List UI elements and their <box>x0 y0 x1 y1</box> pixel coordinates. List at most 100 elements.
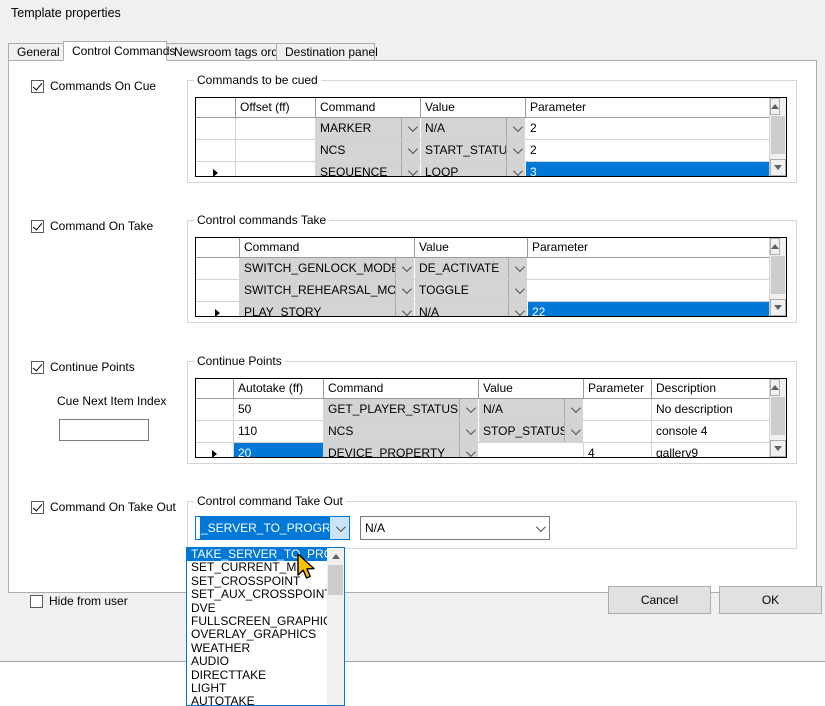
cell-parameter-selected[interactable]: 3 <box>526 162 771 177</box>
scrollbar-thumb[interactable] <box>328 565 343 595</box>
checkbox-hide-from-user[interactable]: Hide from user <box>30 594 128 608</box>
cell-parameter[interactable] <box>584 421 652 442</box>
col-header-parameter[interactable]: Parameter <box>584 379 652 398</box>
scroll-up-button[interactable] <box>770 379 780 396</box>
cell-command-dropdown[interactable]: DEVICE_PROPERTY <box>324 443 479 458</box>
col-header-value[interactable]: Value <box>479 379 584 398</box>
chevron-down-icon[interactable] <box>459 421 478 442</box>
table-row[interactable]: 20 DEVICE_PROPERTY 4 gallery9 <box>196 443 786 458</box>
dropdown-item-dve[interactable]: DVE <box>187 602 344 615</box>
cell-value-dropdown[interactable]: N/A <box>415 302 528 317</box>
dropdown-item-set-current-me[interactable]: SET_CURRENT_ME <box>187 561 344 574</box>
table-row[interactable]: SWITCH_GENLOCK_MODE DE_ACTIVATE <box>196 258 786 280</box>
col-header-parameter[interactable]: Parameter <box>526 98 771 117</box>
table-row[interactable]: SEQUENCE LOOP 3 <box>196 162 786 177</box>
chevron-down-icon[interactable] <box>401 140 420 161</box>
cell-value-dropdown[interactable]: N/A <box>479 399 584 420</box>
cell-value[interactable] <box>479 443 584 458</box>
grid-continue-points[interactable]: Autotake (ff) Command Value Parameter De… <box>195 378 787 458</box>
dropdown-item-overlay-graphics[interactable]: OVERLAY_GRAPHICS <box>187 628 344 641</box>
dropdown-item-audio[interactable]: AUDIO <box>187 655 344 668</box>
cell-command-dropdown[interactable]: NCS <box>324 421 479 442</box>
scroll-down-button[interactable] <box>770 299 786 316</box>
cell-parameter[interactable] <box>584 399 652 420</box>
scroll-down-button[interactable] <box>770 440 786 457</box>
chevron-down-icon[interactable] <box>564 421 583 442</box>
cell-parameter[interactable]: 4 <box>584 443 652 458</box>
scrollbar-thumb[interactable] <box>771 116 785 154</box>
col-header-command[interactable]: Command <box>240 238 415 257</box>
cell-command-dropdown[interactable]: SWITCH_REHEARSAL_MODE <box>240 280 415 301</box>
cancel-button[interactable]: Cancel <box>608 586 711 614</box>
cell-autotake[interactable]: 50 <box>234 399 324 420</box>
chevron-down-icon[interactable] <box>529 517 549 539</box>
cell-value-dropdown[interactable]: TOGGLE <box>415 280 528 301</box>
grid-vertical-scrollbar[interactable] <box>769 238 786 316</box>
cell-value-dropdown[interactable]: N/A <box>421 118 526 139</box>
dropdown-item-set-crosspoint[interactable]: SET_CROSSPOINT <box>187 575 344 588</box>
chevron-down-icon[interactable] <box>508 258 527 279</box>
take-out-command-combobox[interactable]: _SERVER_TO_PROGRAM <box>195 516 350 540</box>
cell-offset[interactable] <box>236 118 316 139</box>
chevron-down-icon[interactable] <box>395 258 414 279</box>
grid-vertical-scrollbar[interactable] <box>769 98 786 176</box>
take-out-command-dropdown-list[interactable]: TAKE_SERVER_TO_PROG SET_CURRENT_ME SET_C… <box>186 547 345 706</box>
tab-newsroom-tags-order[interactable]: Newsroom tags order <box>165 43 278 60</box>
dropdown-item-autotake[interactable]: AUTOTAKE <box>187 695 344 706</box>
tab-destination-panel[interactable]: Destination panel <box>276 43 375 60</box>
chevron-down-icon[interactable] <box>395 302 414 317</box>
col-header-command[interactable]: Command <box>324 379 479 398</box>
dropdown-item-set-aux-crosspoint[interactable]: SET_AUX_CROSSPOINT <box>187 588 344 601</box>
table-row[interactable]: SWITCH_REHEARSAL_MODE TOGGLE <box>196 280 786 302</box>
cell-parameter[interactable] <box>528 280 771 301</box>
cell-command-dropdown[interactable]: GET_PLAYER_STATUS <box>324 399 479 420</box>
chevron-down-icon[interactable] <box>564 399 583 420</box>
ok-button[interactable]: OK <box>719 586 822 614</box>
table-row[interactable]: 50 GET_PLAYER_STATUS N/A No description <box>196 399 786 421</box>
col-header-autotake[interactable]: Autotake (ff) <box>234 379 324 398</box>
dropdown-vertical-scrollbar[interactable] <box>327 548 344 705</box>
table-row[interactable]: PLAY_STORY N/A 22 <box>196 302 786 317</box>
cue-next-item-index-input[interactable] <box>59 419 149 441</box>
scroll-down-button[interactable] <box>770 159 786 176</box>
chevron-down-icon[interactable] <box>329 517 349 539</box>
dropdown-item-take-server-to-program[interactable]: TAKE_SERVER_TO_PROG <box>187 548 344 561</box>
cell-description[interactable]: No description <box>652 399 771 420</box>
checkbox-command-on-take[interactable]: Command On Take <box>31 219 153 233</box>
cell-parameter-selected[interactable]: 22 <box>528 302 771 317</box>
scroll-up-button[interactable] <box>770 98 780 115</box>
cell-autotake[interactable]: 110 <box>234 421 324 442</box>
table-row[interactable]: NCS START_STATUS 2 <box>196 140 786 162</box>
chevron-down-icon[interactable] <box>395 280 414 301</box>
col-header-indicator[interactable] <box>196 98 236 117</box>
chevron-down-icon[interactable] <box>506 118 525 139</box>
cell-autotake-selected[interactable]: 20 <box>234 443 324 458</box>
grid-control-commands-take[interactable]: Command Value Parameter SWITCH_GENLOCK_M… <box>195 237 787 317</box>
chevron-down-icon[interactable] <box>459 443 478 458</box>
cell-value-dropdown[interactable]: DE_ACTIVATE <box>415 258 528 279</box>
cell-value-dropdown[interactable]: START_STATUS <box>421 140 526 161</box>
cell-description[interactable]: console 4 <box>652 421 771 442</box>
cell-command-dropdown[interactable]: SEQUENCE <box>316 162 421 177</box>
scrollbar-thumb[interactable] <box>771 397 785 435</box>
cell-command-dropdown[interactable]: MARKER <box>316 118 421 139</box>
cell-offset[interactable] <box>236 140 316 161</box>
col-header-parameter[interactable]: Parameter <box>528 238 771 257</box>
cell-command-dropdown[interactable]: SWITCH_GENLOCK_MODE <box>240 258 415 279</box>
cell-value-dropdown[interactable]: LOOP <box>421 162 526 177</box>
chevron-down-icon[interactable] <box>506 162 525 177</box>
dropdown-item-fullscreen-graphics[interactable]: FULLSCREEN_GRAPHICS <box>187 615 344 628</box>
cell-command-dropdown[interactable]: PLAY_STORY <box>240 302 415 317</box>
tab-control-commands[interactable]: Control Commands <box>63 41 167 61</box>
col-header-offset[interactable]: Offset (ff) <box>236 98 316 117</box>
checkbox-command-on-take-out[interactable]: Command On Take Out <box>31 500 176 514</box>
cell-parameter[interactable] <box>528 258 771 279</box>
chevron-down-icon[interactable] <box>459 399 478 420</box>
table-row[interactable]: MARKER N/A 2 <box>196 118 786 140</box>
scroll-up-button[interactable] <box>327 548 344 565</box>
chevron-down-icon[interactable] <box>401 118 420 139</box>
col-header-command[interactable]: Command <box>316 98 421 117</box>
col-header-indicator[interactable] <box>196 379 234 398</box>
chevron-down-icon[interactable] <box>401 162 420 177</box>
scroll-up-button[interactable] <box>770 238 780 255</box>
